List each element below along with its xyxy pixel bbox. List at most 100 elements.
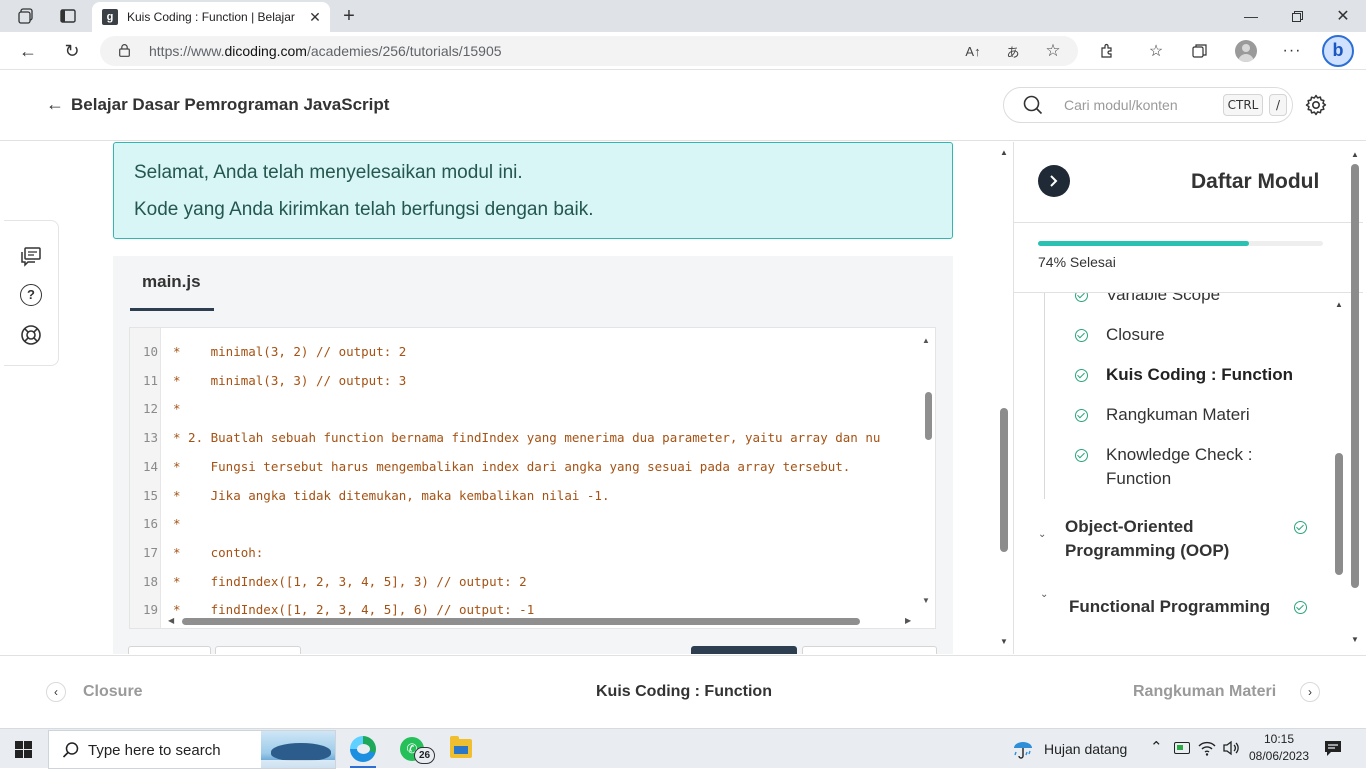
line-number: 12 [142, 401, 158, 417]
chevron-down-icon[interactable]: ⌄ [1038, 529, 1046, 540]
workspaces-icon[interactable] [14, 6, 38, 26]
submit-code-button[interactable] [691, 646, 797, 654]
page-scrollbar-thumb[interactable] [1000, 408, 1008, 552]
clock-time[interactable]: 10:15 [1263, 732, 1295, 746]
editor-action-button[interactable] [215, 646, 301, 654]
module-item-rangkuman-materi[interactable]: Rangkuman Materi [1106, 405, 1250, 425]
clipped-code-line [161, 328, 861, 330]
section-oop-line1[interactable]: Object-Oriented [1065, 517, 1193, 537]
panel-scroll-down-arrow-icon[interactable]: ▼ [1351, 635, 1359, 644]
help-icon[interactable]: ? [20, 284, 42, 306]
lesson-navigation: ‹ Closure Kuis Coding : Function Rangkum… [0, 655, 1366, 725]
minimize-icon[interactable]: — [1240, 6, 1262, 26]
page-scroll-down-arrow-icon[interactable]: ▼ [1000, 637, 1008, 646]
module-search-input[interactable]: Cari modul/konten CTRL / [1003, 87, 1293, 123]
module-item-kuis-coding-function[interactable]: Kuis Coding : Function [1106, 365, 1293, 385]
back-icon[interactable]: ← [16, 40, 40, 62]
kbd-slash: / [1269, 94, 1287, 116]
module-item-variable-scope[interactable]: Variable Scope [1106, 293, 1220, 305]
code-scroll-right-arrow-icon[interactable]: ▶ [905, 616, 911, 625]
page-scroll-up-arrow-icon[interactable]: ▲ [1000, 148, 1008, 157]
wifi-icon[interactable] [1198, 740, 1216, 756]
active-tab[interactable]: g Kuis Coding : Function | Belajar D ✕ [92, 2, 330, 32]
current-lesson-title: Kuis Coding : Function [596, 683, 772, 700]
notifications-icon[interactable] [1324, 740, 1342, 757]
completed-check-icon [1075, 329, 1088, 342]
code-line: * findIndex([1, 2, 3, 4, 5], 3) // outpu… [173, 573, 527, 589]
volume-icon[interactable] [1222, 740, 1240, 756]
settings-gear-icon[interactable] [1305, 94, 1327, 116]
taskbar-search-box[interactable]: Type here to search [48, 730, 336, 769]
code-vertical-scrollbar-thumb[interactable] [925, 392, 932, 440]
code-scroll-down-arrow-icon[interactable]: ▼ [922, 596, 930, 605]
line-number: 17 [142, 544, 158, 560]
favorite-star-icon[interactable]: ☆ [1042, 41, 1064, 61]
tray-chevron-up-icon[interactable]: ⌃ [1150, 738, 1163, 756]
module-item-closure[interactable]: Closure [1106, 325, 1165, 345]
restore-icon[interactable] [1286, 6, 1308, 26]
completed-check-icon [1075, 293, 1088, 302]
url-field[interactable]: https://www.dicoding.com/academies/256/t… [100, 36, 1078, 66]
favorites-icon[interactable]: ☆ [1145, 40, 1167, 62]
discussion-icon[interactable] [20, 246, 42, 268]
chevron-down-icon[interactable]: ⌄ [1040, 589, 1048, 600]
windows-start-icon[interactable] [15, 741, 32, 758]
module-item-knowledge-check-line2[interactable]: Function [1106, 469, 1171, 489]
tab-actions-icon[interactable] [56, 6, 80, 26]
close-tab-icon[interactable]: ✕ [306, 8, 324, 26]
more-menu-icon[interactable]: ··· [1281, 40, 1303, 62]
editor-action-button[interactable] [128, 646, 211, 654]
line-number: 15 [142, 487, 158, 503]
file-tab-main-js[interactable]: main.js [142, 272, 201, 292]
code-horizontal-scrollbar-thumb[interactable] [182, 618, 860, 625]
collapse-panel-chevron-icon[interactable] [1038, 165, 1070, 197]
weather-rain-icon[interactable] [1012, 738, 1034, 760]
address-bar-row: ← ↻ https://www.dicoding.com/academies/2… [0, 32, 1366, 70]
weather-text[interactable]: Hujan datang [1044, 741, 1127, 757]
profile-avatar-icon[interactable] [1235, 40, 1257, 62]
section-oop-line2[interactable]: Programming (OOP) [1065, 541, 1229, 561]
line-number: 10 [142, 344, 158, 359]
next-chevron-icon[interactable]: › [1300, 682, 1320, 702]
completed-check-icon [1075, 409, 1088, 422]
bing-copilot-icon[interactable]: b [1322, 35, 1354, 67]
url-prefix: https://www. [149, 43, 225, 59]
battery-icon[interactable] [1174, 742, 1190, 754]
translate-icon[interactable]: あ [1002, 41, 1024, 61]
code-area[interactable]: 10 * minimal(3, 2) // output: 2 11 * minima… [129, 327, 936, 629]
panel-scrollbar-thumb[interactable] [1351, 164, 1359, 588]
collections-icon[interactable] [1189, 40, 1211, 62]
editor-action-button[interactable] [802, 646, 937, 654]
read-aloud-icon[interactable]: A↑ [962, 41, 984, 61]
next-lesson-link[interactable]: Rangkuman Materi [1133, 683, 1276, 701]
section-functional-programming[interactable]: Functional Programming [1069, 597, 1270, 617]
module-list: Variable Scope Closure Kuis Coding : Fun… [1014, 293, 1350, 654]
code-line: * Fungsi tersebut harus mengembalikan in… [173, 458, 851, 474]
lock-icon[interactable] [119, 44, 130, 57]
module-list-panel: Daftar Modul 74% Selesai Variable Scope … [1013, 142, 1363, 654]
side-toolbar: ? [4, 220, 59, 366]
search-highlight-whale-icon [261, 731, 335, 768]
line-number: 13 [142, 430, 158, 446]
file-explorer-icon[interactable] [450, 736, 472, 758]
code-scroll-up-arrow-icon[interactable]: ▲ [922, 336, 930, 345]
prev-lesson-link[interactable]: Closure [83, 683, 143, 701]
extensions-icon[interactable] [1096, 40, 1118, 62]
clock-date[interactable]: 08/06/2023 [1247, 749, 1311, 763]
new-tab-icon[interactable]: + [338, 4, 360, 28]
support-lifebuoy-icon[interactable] [20, 324, 42, 346]
edge-browser-icon[interactable] [350, 736, 376, 762]
refresh-icon[interactable]: ↻ [60, 40, 84, 62]
panel-scroll-up-arrow-icon[interactable]: ▲ [1351, 150, 1359, 159]
progress-label: 74% Selesai [1038, 254, 1116, 270]
code-scroll-left-arrow-icon[interactable]: ◀ [168, 616, 174, 625]
course-title[interactable]: Belajar Dasar Pemrograman JavaScript [71, 95, 389, 115]
close-window-icon[interactable]: ✕ [1332, 5, 1354, 27]
list-scroll-up-arrow-icon[interactable]: ▲ [1335, 300, 1343, 309]
completed-check-icon [1075, 369, 1088, 382]
list-scrollbar-thumb[interactable] [1335, 453, 1343, 575]
line-number: 14 [142, 458, 158, 474]
prev-chevron-icon[interactable]: ‹ [46, 682, 66, 702]
module-item-knowledge-check[interactable]: Knowledge Check : [1106, 445, 1252, 465]
back-to-course-icon[interactable]: ← [44, 93, 66, 115]
